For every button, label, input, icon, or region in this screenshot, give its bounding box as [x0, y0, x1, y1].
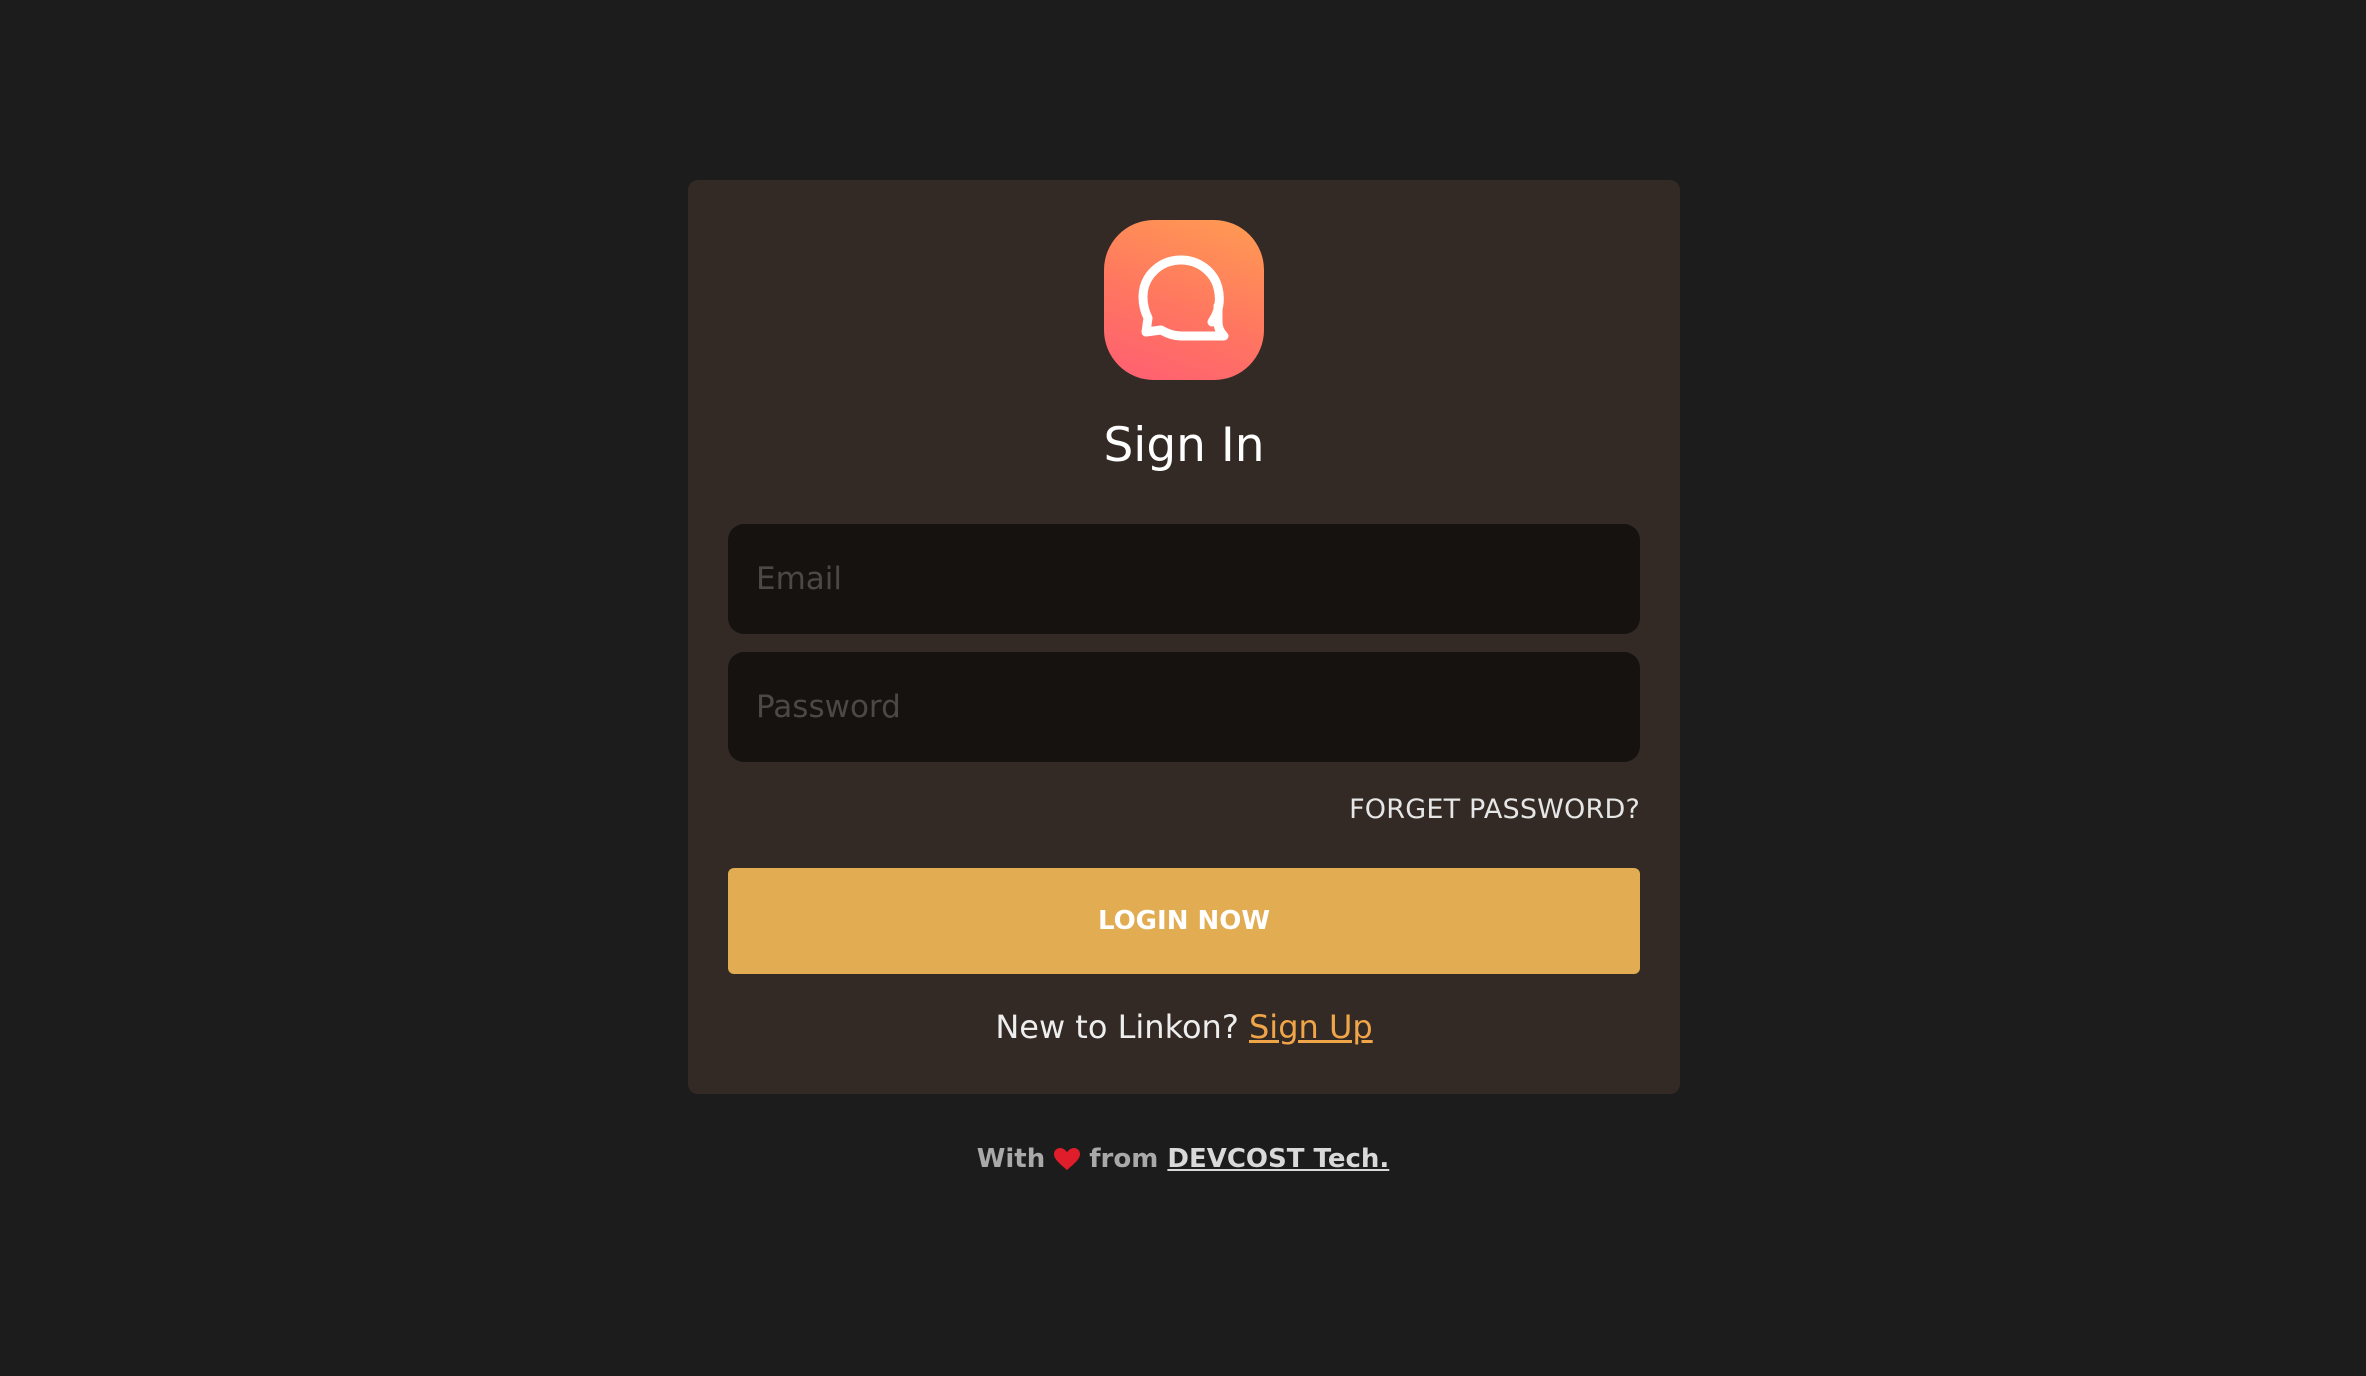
login-button[interactable]: LOGIN NOW — [728, 868, 1640, 974]
email-field[interactable] — [728, 524, 1640, 634]
app-logo — [1104, 220, 1264, 380]
password-field[interactable] — [728, 652, 1640, 762]
signup-prompt-line: New to Linkon? Sign Up — [688, 1008, 1680, 1046]
footer-prefix: With — [976, 1144, 1046, 1174]
sign-in-card: Sign In FORGET PASSWORD? LOGIN NOW New t… — [688, 180, 1680, 1094]
devcost-link[interactable]: DEVCOST Tech. — [1167, 1144, 1389, 1174]
footer-middle: from — [1089, 1144, 1159, 1174]
sign-up-link[interactable]: Sign Up — [1249, 1008, 1373, 1046]
footer-credit: With from DEVCOST Tech. — [0, 1144, 2366, 1174]
chat-bubbles-icon — [1138, 255, 1229, 341]
forget-password-link[interactable]: FORGET PASSWORD? — [1349, 794, 1640, 825]
page-title: Sign In — [1103, 418, 1265, 473]
signup-prompt-text: New to Linkon? — [995, 1008, 1239, 1046]
heart-icon — [1054, 1148, 1081, 1170]
